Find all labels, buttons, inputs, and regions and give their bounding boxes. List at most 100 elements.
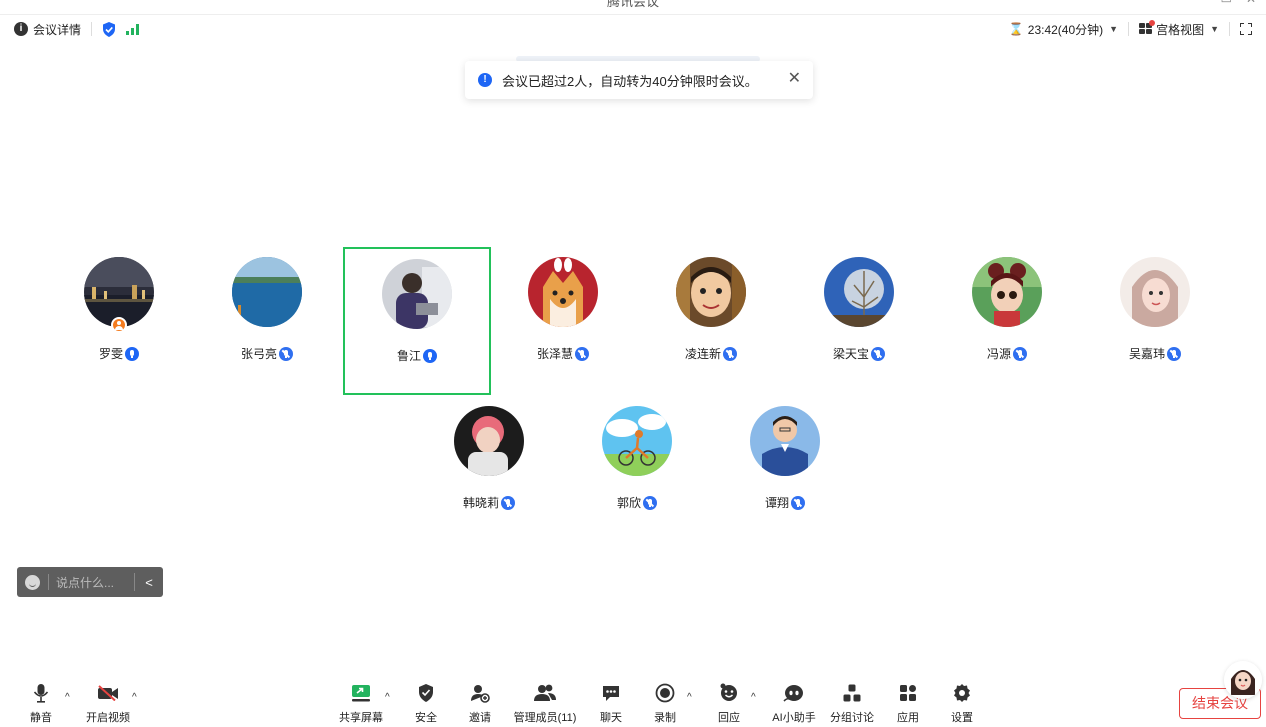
participant-tile[interactable]: 谭翔 — [711, 396, 859, 544]
mic-muted-icon — [1167, 346, 1181, 361]
security-button[interactable]: 安全 — [396, 678, 456, 725]
mic-muted-icon — [643, 495, 657, 510]
chat-quick-input[interactable]: 说点什么... < — [17, 567, 163, 597]
record-options-chevron-icon[interactable]: ^ — [687, 692, 692, 703]
start-video-label: 开启视频 — [86, 712, 130, 724]
mic-muted-icon — [501, 495, 515, 510]
participant-name: 冯源 — [986, 347, 1011, 361]
ai-assistant-label: AI小助手 — [772, 712, 816, 724]
gear-icon — [954, 684, 970, 702]
meeting-timer[interactable]: 23:42(40分钟) — [1028, 21, 1103, 38]
avatar — [676, 257, 746, 327]
mic-muted-icon — [575, 346, 589, 361]
emoji-icon[interactable] — [25, 574, 40, 590]
mic-muted-icon — [791, 495, 805, 510]
divider — [48, 574, 49, 590]
settings-label: 设置 — [951, 712, 973, 724]
notice-text: 会议已超过2人，自动转为40分钟限时会议。 — [502, 73, 758, 89]
close-notice-icon[interactable]: ✕ — [788, 70, 801, 88]
audio-options-chevron-icon[interactable]: ^ — [65, 692, 70, 703]
window-titlebar: 腾讯会议 ▭ ✕ — [0, 0, 1266, 12]
participant-tile[interactable]: 罗雯 — [45, 247, 193, 395]
participant-tile[interactable]: 梁天宝 — [785, 247, 933, 395]
participant-tile[interactable]: 张泽慧 — [489, 247, 637, 395]
participant-tile[interactable]: 吴嘉玮 — [1081, 247, 1229, 395]
start-video-button[interactable]: 开启视频 — [78, 678, 138, 725]
timer-dropdown-icon[interactable]: ▼ — [1109, 24, 1118, 34]
meeting-topbar: i 会议详情 ⌛ 23:42(40分钟) ▼ 宫格视图 ▼ — [0, 14, 1266, 42]
participant-tile[interactable]: 郭欣 — [563, 396, 711, 544]
participant-tile[interactable]: 冯源 — [933, 247, 1081, 395]
invite-label: 邀请 — [469, 712, 491, 724]
manage-members-button[interactable]: 管理成员(11) — [505, 678, 585, 725]
host-icon — [111, 317, 127, 333]
close-window-icon[interactable]: ✕ — [1246, 0, 1256, 6]
settings-button[interactable]: 设置 — [932, 678, 992, 725]
avatar — [454, 406, 524, 476]
participant-name: 罗雯 — [98, 347, 123, 361]
participant-tile[interactable]: 张弓亮 — [193, 247, 341, 395]
shield-icon — [419, 684, 433, 702]
participant-name: 张弓亮 — [240, 347, 277, 361]
react-options-chevron-icon[interactable]: ^ — [751, 692, 756, 703]
meeting-details-link[interactable]: 会议详情 — [33, 21, 81, 38]
participant-name: 吴嘉玮 — [1128, 347, 1165, 361]
members-icon — [534, 684, 556, 701]
record-label: 录制 — [654, 712, 676, 724]
share-options-chevron-icon[interactable]: ^ — [385, 692, 390, 703]
microphone-icon — [33, 684, 49, 703]
share-screen-icon — [352, 685, 370, 702]
share-screen-label: 共享屏幕 — [339, 712, 383, 724]
divider — [1229, 22, 1230, 36]
window-title: 腾讯会议 — [606, 0, 659, 9]
record-button[interactable]: 录制 — [635, 678, 695, 725]
bottom-toolbar: 静音 ^ 开启视频 ^ 共享屏幕 ^ 安全 邀请 管理成员(11) 聊天 录制 … — [0, 678, 1266, 727]
manage-members-label: 管理成员(11) — [513, 712, 577, 724]
record-icon — [655, 683, 675, 703]
chat-placeholder[interactable]: 说点什么... — [56, 574, 134, 591]
divider — [91, 22, 93, 36]
participant-name: 张泽慧 — [536, 347, 573, 361]
security-shield-icon[interactable] — [102, 21, 116, 37]
ai-assistant-button[interactable]: AI小助手 — [764, 678, 824, 725]
view-dropdown-icon[interactable]: ▼ — [1210, 24, 1219, 34]
apps-label: 应用 — [897, 712, 919, 724]
avatar — [382, 259, 452, 329]
mute-label: 静音 — [30, 712, 52, 724]
avatar — [750, 406, 820, 476]
view-mode-button[interactable]: 宫格视图 — [1156, 21, 1204, 38]
avatar — [232, 257, 302, 327]
video-options-chevron-icon[interactable]: ^ — [132, 692, 137, 703]
info-icon[interactable]: i — [14, 22, 28, 36]
fullscreen-icon[interactable] — [1240, 23, 1252, 35]
participant-name: 谭翔 — [764, 496, 789, 510]
info-icon: ! — [478, 73, 492, 87]
grid-view-icon[interactable] — [1139, 20, 1156, 35]
share-screen-button[interactable]: 共享屏幕 — [331, 678, 391, 725]
breakout-rooms-label: 分组讨论 — [830, 712, 874, 724]
participant-tile-active-speaker[interactable]: 鲁江 — [343, 247, 491, 395]
divider — [1128, 22, 1130, 36]
video-off-icon — [98, 685, 118, 701]
ai-assistant-icon — [783, 685, 803, 702]
hourglass-icon: ⌛ — [1008, 22, 1024, 36]
apps-button[interactable]: 应用 — [878, 678, 938, 725]
mute-button[interactable]: 静音 — [11, 678, 71, 725]
ai-assistant-avatar-icon[interactable] — [1224, 661, 1262, 699]
chat-button[interactable]: 聊天 — [581, 678, 641, 725]
collapse-chevron-icon[interactable]: < — [135, 575, 163, 590]
participant-tile[interactable]: 凌连新 — [637, 247, 785, 395]
time-limit-notice: ! 会议已超过2人，自动转为40分钟限时会议。 ✕ — [465, 61, 813, 99]
react-button[interactable]: 回应 — [699, 678, 759, 725]
breakout-rooms-button[interactable]: 分组讨论 — [822, 678, 882, 725]
mic-muted-icon — [871, 346, 885, 361]
participant-tile[interactable]: 韩晓莉 — [415, 396, 563, 544]
invite-button[interactable]: 邀请 — [450, 678, 510, 725]
participant-name: 郭欣 — [616, 496, 641, 510]
avatar — [528, 257, 598, 327]
security-label: 安全 — [415, 712, 437, 724]
reaction-icon — [720, 683, 737, 701]
minimize-icon[interactable]: ▭ — [1221, 0, 1232, 6]
participant-name: 韩晓莉 — [462, 496, 499, 510]
network-signal-icon[interactable] — [126, 23, 140, 35]
